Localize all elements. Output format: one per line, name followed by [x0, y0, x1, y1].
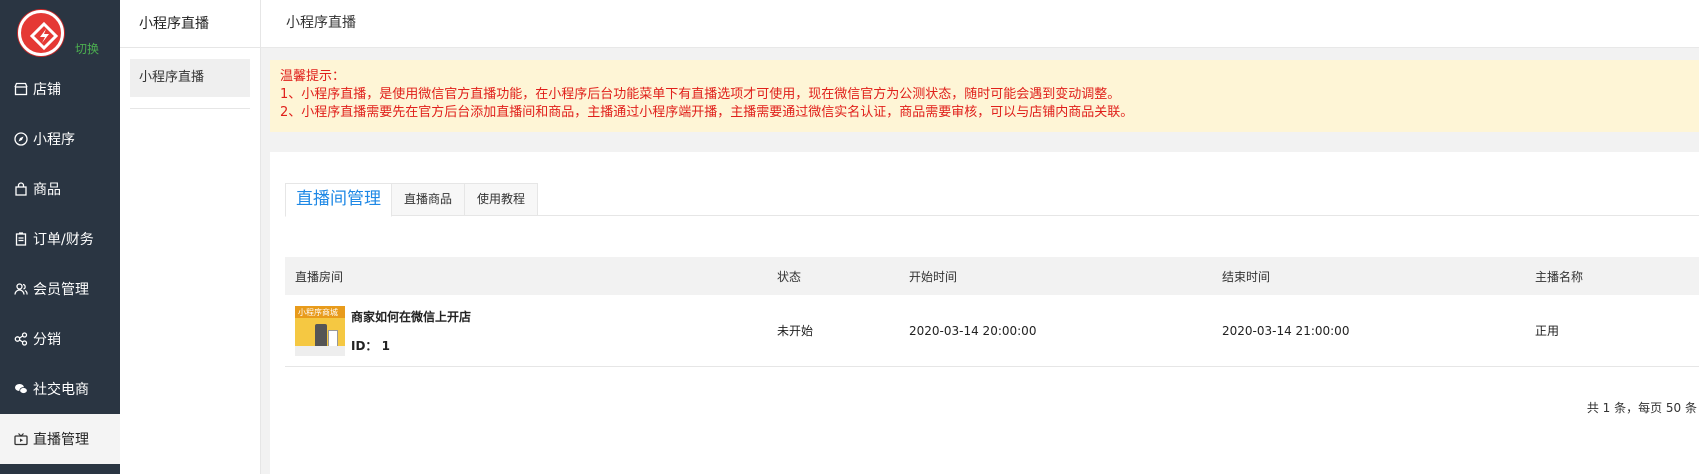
table-header: 直播房间 状态 开始时间 结束时间 主播名称 — [285, 257, 1699, 295]
room-cell: 小程序商城 商家如何在微信上开店 ID： 1 — [285, 305, 777, 356]
room-title: 商家如何在微信上开店 — [351, 309, 472, 324]
sidebar-item-distribution[interactable]: 分销 — [0, 314, 120, 364]
clipboard-icon — [13, 231, 29, 247]
table-row[interactable]: 小程序商城 商家如何在微信上开店 ID： 1 未开始 2020-03-14 20… — [285, 295, 1699, 367]
room-info: 小程序商城 商家如何在微信上开店 ID： 1 — [295, 305, 777, 356]
switch-link[interactable]: 切换 — [75, 40, 99, 57]
breadcrumb: 小程序直播 — [261, 0, 1699, 48]
chat-icon — [13, 381, 29, 397]
tab-live-goods[interactable]: 直播商品 — [391, 183, 465, 216]
subnav-title: 小程序直播 — [120, 0, 260, 48]
sidebar-item-orders[interactable]: 订单/财务 — [0, 214, 120, 264]
tab-live-rooms[interactable]: 直播间管理 — [285, 183, 392, 217]
cover-base — [295, 345, 345, 356]
sidebar-item-miniprogram[interactable]: 小程序 — [0, 114, 120, 164]
bag-icon — [13, 181, 29, 197]
anchor-cell: 正用 — [1535, 324, 1560, 338]
end-time-cell: 2020-03-14 21:00:00 — [1222, 323, 1350, 338]
store-icon — [13, 81, 29, 97]
sidebar-item-store[interactable]: 店铺 — [0, 64, 120, 114]
live-room-table: 直播房间 状态 开始时间 结束时间 主播名称 小程序商城 商家如何在微信上开店 … — [285, 257, 1699, 367]
cover-text: 小程序商城 — [298, 307, 338, 317]
notice-line-1: 1、小程序直播，是使用微信官方直播功能，在小程序后台功能菜单下有直播选项才可使用… — [280, 87, 1121, 102]
main-content: 小程序直播 温馨提示： 1、小程序直播，是使用微信官方直播功能，在小程序后台功能… — [261, 0, 1699, 474]
sidebar-item-goods[interactable]: 商品 — [0, 164, 120, 214]
column-header-status: 状态 — [777, 269, 802, 284]
start-time-cell: 2020-03-14 20:00:00 — [909, 323, 1037, 338]
sidebar-nav: 店铺 小程序 商品 订单/财务 会员管理 分销 社交电商 直播管理 — [0, 64, 120, 464]
compass-icon — [13, 131, 29, 147]
sidebar-item-members[interactable]: 会员管理 — [0, 264, 120, 314]
room-text: 商家如何在微信上开店 ID： 1 — [351, 306, 471, 354]
app-root: 切换 店铺 小程序 商品 订单/财务 会员管理 分销 社交电商 直播管理 小程序… — [0, 0, 1699, 474]
share-icon — [13, 331, 29, 347]
content-panel: 直播间管理 直播商品 使用教程 直播房间 状态 开始时间 结束时间 主播名称 小… — [270, 152, 1699, 474]
pagination-info: 共 1 条，每页 50 条 — [1586, 401, 1697, 415]
sidebar-item-label: 店铺 — [33, 82, 61, 98]
subnav-item-live[interactable]: 小程序直播 — [130, 59, 250, 97]
sidebar-item-label: 订单/财务 — [33, 232, 94, 248]
brand-logo[interactable] — [18, 10, 64, 56]
sidebar-item-label: 商品 — [33, 182, 61, 198]
tab-bar: 直播间管理 直播商品 使用教程 — [285, 183, 1699, 217]
sidebar-item-label: 直播管理 — [33, 432, 89, 448]
notice-box: 温馨提示： 1、小程序直播，是使用微信官方直播功能，在小程序后台功能菜单下有直播… — [270, 60, 1699, 132]
sidebar-item-label: 会员管理 — [33, 282, 89, 298]
users-icon — [13, 281, 29, 297]
notice-line-2: 2、小程序直播需要先在官方后台添加直播间和商品，主播通过小程序端开播，主播需要通… — [280, 105, 1134, 120]
tab-tutorial[interactable]: 使用教程 — [464, 183, 538, 216]
main-sidebar: 切换 店铺 小程序 商品 订单/财务 会员管理 分销 社交电商 直播管理 — [0, 0, 120, 474]
room-cover-image: 小程序商城 — [295, 305, 345, 356]
notice-title: 温馨提示： — [280, 69, 346, 84]
column-header-start: 开始时间 — [909, 269, 958, 284]
logo-area: 切换 — [0, 0, 120, 64]
column-header-room: 直播房间 — [295, 269, 344, 284]
sidebar-item-label: 分销 — [33, 332, 61, 348]
sub-sidebar: 小程序直播 小程序直播 — [120, 0, 261, 474]
sidebar-item-label: 小程序 — [33, 132, 75, 148]
sidebar-item-label: 社交电商 — [33, 382, 89, 398]
column-header-end: 结束时间 — [1222, 269, 1271, 284]
divider — [130, 108, 250, 109]
room-id: ID： 1 — [351, 338, 390, 353]
status-cell: 未开始 — [777, 324, 814, 338]
sidebar-item-social[interactable]: 社交电商 — [0, 364, 120, 414]
video-icon — [13, 431, 29, 447]
sidebar-item-live[interactable]: 直播管理 — [0, 414, 120, 464]
column-header-anchor: 主播名称 — [1535, 269, 1584, 284]
